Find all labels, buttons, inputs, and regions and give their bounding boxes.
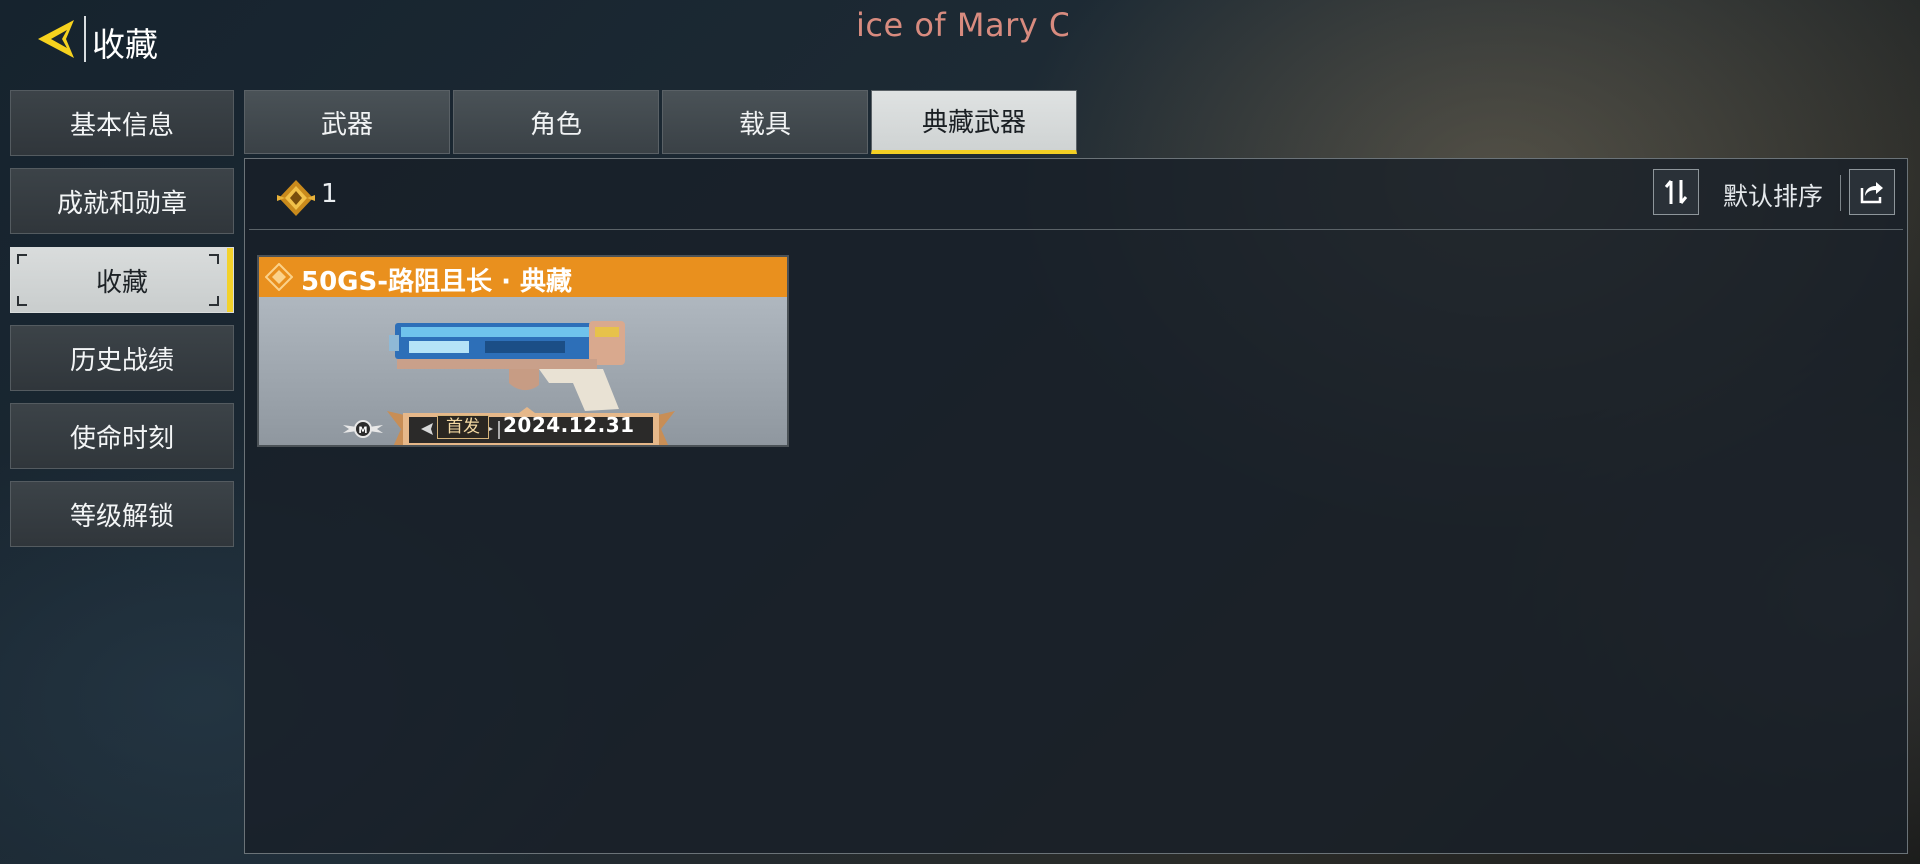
page-title: 收藏 xyxy=(92,25,158,64)
sidebar-item-label: 基本信息 xyxy=(69,110,174,141)
toolbar-separator xyxy=(249,229,1903,230)
wings-medal-icon: M xyxy=(343,420,383,438)
content-panel: 1 默认排序 50GS-路阻且长 · 典藏 M 首发 2024.12.31 xyxy=(244,158,1908,854)
back-arrow-icon xyxy=(38,20,74,58)
corner-bracket xyxy=(209,254,219,264)
corner-bracket xyxy=(17,254,27,264)
sidebar-item-label: 历史战绩 xyxy=(69,345,174,376)
pistol-image xyxy=(389,321,625,411)
release-date: 2024.12.31 xyxy=(503,413,635,437)
share-icon xyxy=(1860,182,1883,204)
tab-vehicles[interactable]: 载具 xyxy=(662,90,868,154)
weapon-name: 50GS-路阻且长 · 典藏 xyxy=(301,267,573,297)
sidebar-item-achievements[interactable]: 成就和勋章 xyxy=(10,168,234,234)
tab-label: 武器 xyxy=(320,109,373,140)
sidebar-item-label: 收藏 xyxy=(95,267,148,298)
tab-label: 载具 xyxy=(738,109,791,140)
sidebar-item-history[interactable]: 历史战绩 xyxy=(10,325,234,391)
share-button[interactable] xyxy=(1849,169,1895,215)
sidebar-item-basic-info[interactable]: 基本信息 xyxy=(10,90,234,156)
tab-label: 典藏武器 xyxy=(921,108,1026,138)
sort-order-toggle[interactable] xyxy=(1653,169,1699,215)
legendary-emblem-icon xyxy=(277,180,315,216)
sidebar-item-collection[interactable]: 收藏 xyxy=(10,247,234,313)
tab-weapons[interactable]: 武器 xyxy=(244,90,450,154)
rarity-diamond-icon xyxy=(265,263,293,291)
corner-bracket xyxy=(209,296,219,306)
sidebar-item-label: 使命时刻 xyxy=(69,423,174,454)
sidebar-item-level-unlock[interactable]: 等级解锁 xyxy=(10,481,234,547)
collection-count: 1 xyxy=(321,179,338,209)
active-indicator xyxy=(227,248,233,312)
back-button[interactable]: 收藏 xyxy=(34,12,166,64)
sort-dropdown[interactable]: 默认排序 xyxy=(1723,177,1823,213)
corner-bracket xyxy=(17,296,27,306)
tab-characters[interactable]: 角色 xyxy=(453,90,659,154)
card-header: 50GS-路阻且长 · 典藏 xyxy=(259,257,787,297)
first-release-badge: 首发 xyxy=(437,415,489,439)
sidebar-item-label: 等级解锁 xyxy=(69,501,174,532)
sort-arrows-icon xyxy=(1664,180,1688,204)
svg-text:M: M xyxy=(359,426,368,436)
toolbar-divider xyxy=(1840,175,1841,211)
tab-label: 角色 xyxy=(529,109,582,140)
sidebar-item-moments[interactable]: 使命时刻 xyxy=(10,403,234,469)
weapon-card[interactable]: 50GS-路阻且长 · 典藏 M 首发 2024.12.31 xyxy=(257,255,789,447)
sidebar-item-label: 成就和勋章 xyxy=(56,188,187,219)
back-divider xyxy=(84,16,86,62)
tab-legendary-weapons[interactable]: 典藏武器 xyxy=(871,90,1077,154)
marquee-text: ice of Mary Co xyxy=(856,6,1068,44)
